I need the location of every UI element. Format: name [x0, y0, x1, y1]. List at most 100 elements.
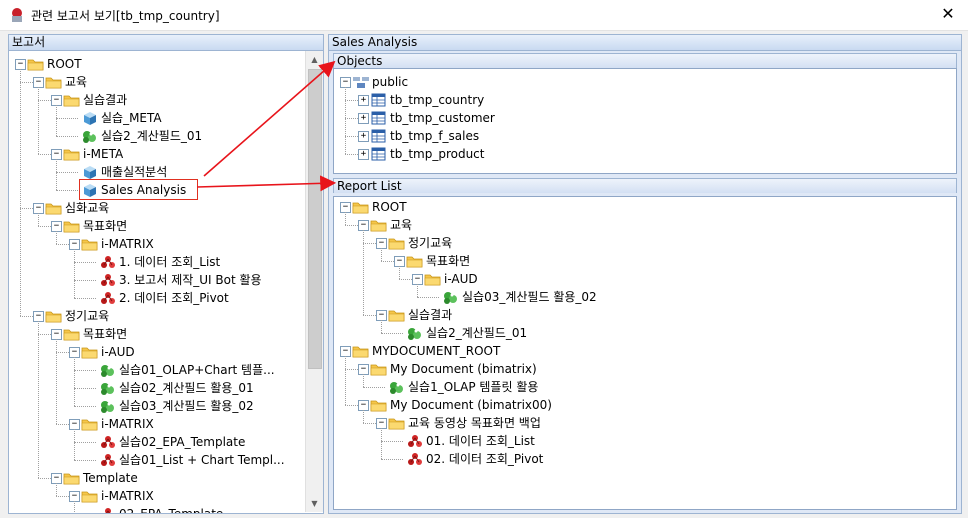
scroll-down-icon[interactable]: ▼ [306, 495, 323, 512]
folder-icon [63, 327, 81, 341]
tree-connector [363, 230, 364, 315]
red-report-icon [99, 507, 117, 513]
tree-connector [363, 315, 376, 316]
tree-connector [20, 82, 33, 83]
report-list-node-label: MYDOCUMENT_ROOT [372, 344, 501, 358]
green-report-icon [99, 363, 117, 377]
report-list-node-label: 정기교육 [408, 236, 453, 250]
green-report-icon [388, 380, 406, 394]
report-list-box: − ROOT − 교육 − 정기교육 − 목표화면 − i-AUD 실습03_계산필드 활용_02−… [333, 196, 957, 510]
objects-tree: − public + tb_tmp_country + tb_tmp_customer + t… [334, 69, 956, 173]
tree-connector [56, 483, 57, 496]
folder-icon [45, 201, 63, 215]
table-icon [370, 147, 388, 161]
tree-connector [345, 136, 358, 137]
tree-connector [345, 225, 358, 226]
report-tree-node-label: Template [83, 471, 138, 485]
tree-connector [56, 244, 69, 245]
scroll-thumb[interactable] [308, 69, 322, 369]
report-tree-node-label: 2. 데이터 조회_Pivot [119, 291, 229, 305]
green-report-icon [442, 290, 460, 304]
report-tree-node-label: 1. 데이터 조회_List [119, 255, 221, 269]
folder-icon [424, 272, 442, 286]
tree-connector [381, 441, 403, 442]
tree-connector [38, 226, 51, 227]
cube-icon [81, 165, 99, 179]
report-list-node-label: 실습결과 [408, 308, 453, 322]
tree-connector [56, 136, 78, 137]
report-tree-node-label: 실습_META [101, 111, 162, 125]
report-list-node-label: ROOT [372, 200, 407, 214]
tree-connector [56, 352, 69, 353]
report-tree-node-label: 실습03_계산필드 활용_02 [119, 399, 254, 413]
tree-connector [38, 100, 51, 101]
folder-icon [370, 362, 388, 376]
app-icon [12, 8, 22, 22]
folder-icon [81, 417, 99, 431]
tree-connector [345, 405, 358, 406]
report-tree: − ROOT − 교육 − 실습결과 실습_META 실습2_계산필드_01− i-META 매출… [9, 51, 323, 513]
folder-icon [45, 309, 63, 323]
tree-connector [381, 333, 403, 334]
tree-connector [381, 428, 382, 459]
tree-connector [363, 387, 385, 388]
report-list-node-label: 실습03_계산필드 활용_02 [462, 290, 597, 304]
objects-header: Objects [333, 53, 957, 68]
tree-connector [399, 279, 412, 280]
expand-icon[interactable]: + [358, 131, 369, 142]
expand-icon[interactable]: + [358, 95, 369, 106]
red-report-icon [406, 452, 424, 466]
objects-box: − public + tb_tmp_country + tb_tmp_customer + t… [333, 68, 957, 174]
expand-icon[interactable]: + [358, 149, 369, 160]
report-tree-node-label: 정기교육 [65, 309, 110, 323]
tree-connector [38, 213, 39, 226]
scroll-up-icon[interactable]: ▲ [306, 51, 323, 68]
objects-tree-node-label: tb_tmp_product [390, 147, 485, 161]
report-tree-node-label: 심화교육 [65, 201, 110, 215]
report-list-node-label: i-AUD [444, 272, 478, 286]
tree-connector [417, 284, 418, 297]
tree-connector [363, 423, 376, 424]
tree-connector [74, 388, 96, 389]
green-report-icon [99, 399, 117, 413]
report-tree-node-label: 실습결과 [83, 93, 128, 107]
report-tree-node-label: ROOT [47, 57, 82, 71]
red-report-icon [99, 453, 117, 467]
table-icon [370, 129, 388, 143]
objects-tree-node-label: tb_tmp_f_sales [390, 129, 480, 143]
detail-panel-header: Sales Analysis [329, 35, 961, 51]
tree-connector [381, 248, 382, 261]
report-tree-node-label: 실습02_EPA_Template [119, 435, 246, 449]
expand-icon[interactable]: + [358, 113, 369, 124]
vertical-scrollbar[interactable]: ▲ ▼ [305, 51, 323, 512]
folder-icon [63, 147, 81, 161]
folder-icon [352, 344, 370, 358]
tree-connector [381, 320, 382, 333]
red-report-icon [99, 435, 117, 449]
folder-icon [27, 57, 45, 71]
tree-connector [56, 231, 57, 244]
report-list-node-label: My Document (bimatrix) [390, 362, 537, 376]
report-list-node-label: 실습2_계산필드_01 [426, 326, 528, 340]
tree-connector [345, 154, 358, 155]
report-tree-node-label: i-MATRIX [101, 237, 154, 251]
close-icon: ✕ [941, 4, 955, 23]
tree-connector [38, 334, 51, 335]
folder-icon [45, 75, 63, 89]
tree-connector [74, 357, 75, 406]
tree-connector [345, 369, 358, 370]
tree-connector [74, 249, 75, 298]
tree-connector [345, 87, 346, 154]
report-tree-header: 보고서 [9, 35, 323, 51]
tree-connector [56, 105, 57, 136]
folder-icon [388, 236, 406, 250]
tree-connector [38, 321, 39, 478]
close-button[interactable]: ✕ [938, 4, 958, 24]
report-tree-node-label: 실습01_List + Chart Templ... [119, 453, 285, 467]
tree-connector [56, 172, 78, 173]
report-tree-node-label: 교육 [65, 75, 88, 89]
report-tree-node-label: 02_EPA_Template [119, 505, 223, 513]
folder-icon [352, 200, 370, 214]
schema-icon [352, 75, 370, 89]
tree-connector [345, 100, 358, 101]
